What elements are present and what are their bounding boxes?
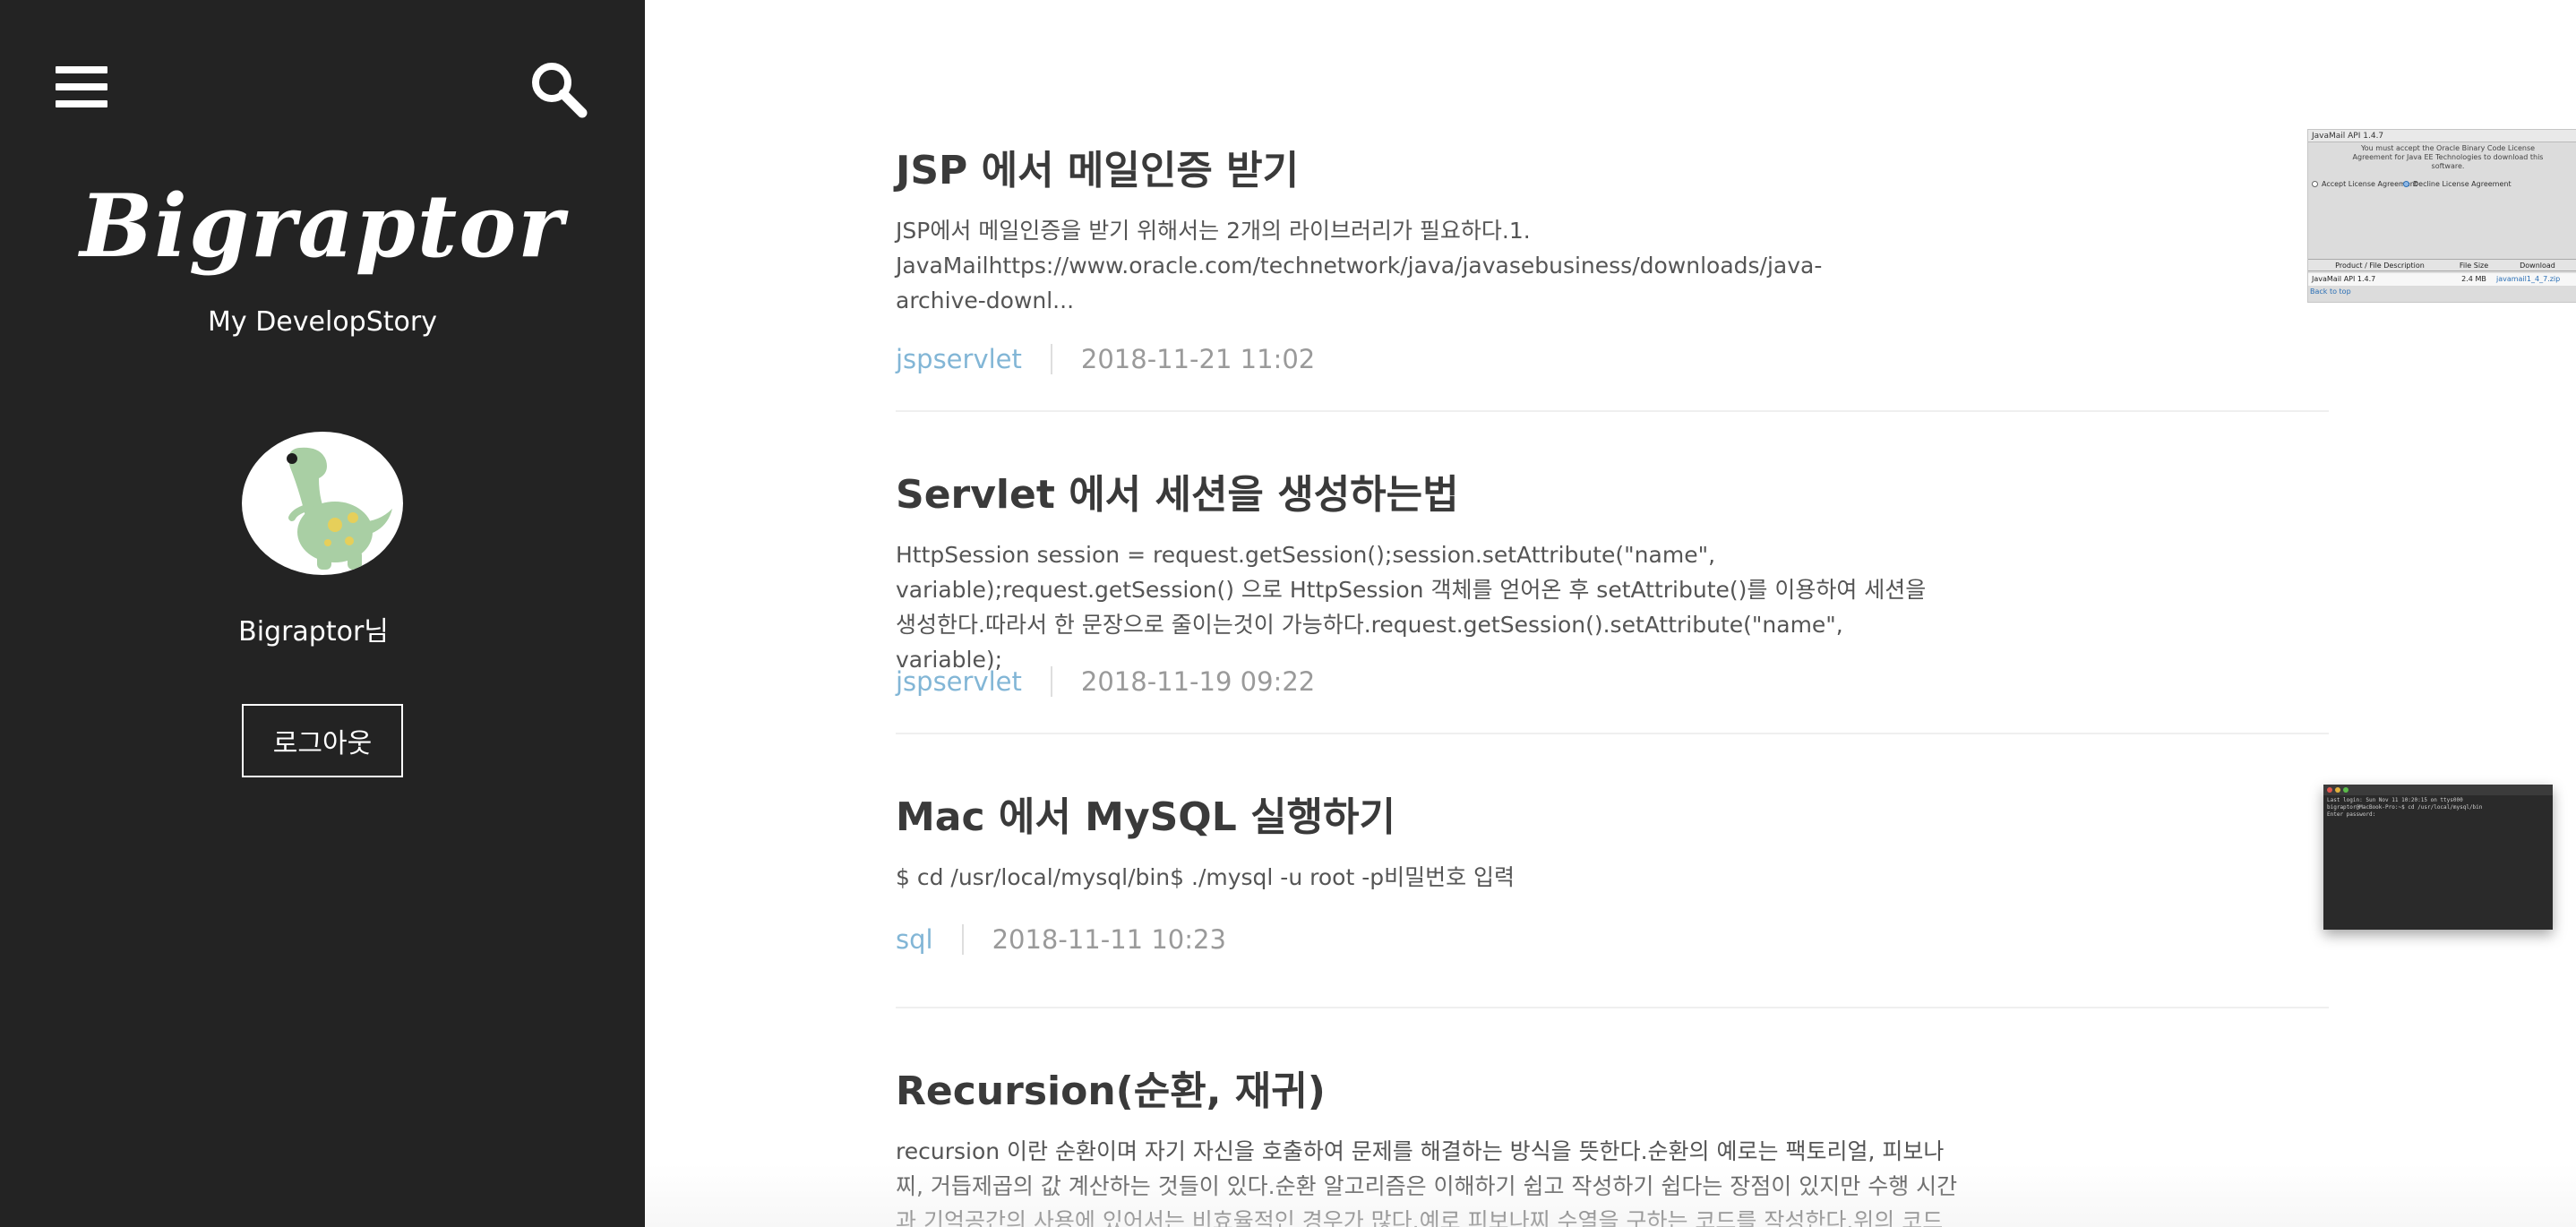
post-thumbnail[interactable]: Last login: Sun Nov 11 10:20:15 on ttys0… (2323, 785, 2553, 930)
thumbnail-row-download: javamail1_4_7.zip (2496, 275, 2561, 283)
post-title[interactable]: Mac 에서 MySQL 실행하기 (896, 785, 1395, 842)
terminal-titlebar (2323, 785, 2553, 795)
thumbnail-table-row: JavaMail API 1.4.7 2.4 MB javamail1_4_7.… (2308, 273, 2576, 286)
post-category-link[interactable]: jspservlet (896, 344, 1022, 374)
close-dot-icon (2327, 787, 2332, 793)
thumbnail-decline-option: Decline License Agreement (2403, 180, 2512, 188)
thumbnail-col-download: Download (2520, 262, 2555, 270)
sidebar: Bigraptor My DevelopStory Bigraptor님 로그아… (0, 0, 645, 1227)
blog-description: My DevelopStory (208, 306, 437, 338)
post-category-link[interactable]: sql (896, 924, 933, 955)
post-divider (896, 410, 2329, 412)
thumbnail-row-product: JavaMail API 1.4.7 (2312, 275, 2376, 283)
thumbnail-notice: You must accept the Oracle Binary Code L… (2352, 144, 2544, 170)
post-category-link[interactable]: jspservlet (896, 666, 1022, 697)
post-meta: jspservlet 2018-11-19 09:22 (896, 666, 1315, 697)
post-title[interactable]: Recursion(순환, 재귀) (896, 1059, 1326, 1116)
search-icon[interactable] (527, 57, 589, 120)
username: Bigraptor님 (238, 616, 389, 648)
maximize-dot-icon (2343, 787, 2348, 793)
thumbnail-table-header: Product / File Description File Size Dow… (2308, 259, 2576, 271)
thumbnail-accept-option: Accept License Agreement (2312, 180, 2417, 188)
meta-divider (1050, 344, 1052, 374)
post-meta: jspservlet 2018-11-21 11:02 (896, 344, 1315, 374)
post-date: 2018-11-21 11:02 (1080, 344, 1316, 374)
terminal-line: Enter password: (2327, 811, 2376, 818)
thumbnail-row-size: 2.4 MB (2461, 275, 2486, 283)
thumbnail-col-size: File Size (2459, 262, 2489, 270)
post-summary[interactable]: recursion 이란 순환이며 자기 자신을 호출하여 문제를 해결하는 방… (896, 1134, 1962, 1227)
logout-button[interactable]: 로그아웃 (242, 704, 403, 777)
minimize-dot-icon (2335, 787, 2340, 793)
post-divider (896, 1007, 2329, 1008)
thumbnail-col-product: Product / File Description (2335, 262, 2425, 270)
terminal-line: Last login: Sun Nov 11 10:20:15 on ttys0… (2327, 797, 2463, 803)
post-summary[interactable]: JSP에서 메일인증을 받기 위해서는 2개의 라이브러리가 필요하다.1. J… (896, 213, 1881, 318)
terminal-output: Last login: Sun Nov 11 10:20:15 on ttys0… (2327, 797, 2482, 819)
radio-icon (2312, 181, 2318, 187)
dinosaur-avatar-icon (287, 447, 392, 570)
meta-divider (961, 924, 964, 955)
terminal-line: bigraptor@MacBook-Pro:~$ cd /usr/local/m… (2327, 804, 2483, 811)
radio-selected-icon (2403, 181, 2409, 187)
post-meta: sql 2018-11-11 10:23 (896, 924, 1226, 955)
hamburger-menu-icon[interactable] (56, 63, 107, 111)
thumbnail-decline-label: Decline License Agreement (2413, 180, 2512, 188)
thumbnail-title: JavaMail API 1.4.7 (2308, 130, 2576, 142)
blog-title[interactable]: Bigraptor (0, 176, 645, 277)
post-date: 2018-11-11 10:23 (992, 924, 1226, 955)
post-list: JSP 에서 메일인증 받기 JSP에서 메일인증을 받기 위해서는 2개의 라… (645, 0, 2576, 1227)
post-summary[interactable]: $ cd /usr/local/mysql/bin$ ./mysql -u ro… (896, 860, 1971, 895)
thumbnail-back-link: Back to top (2310, 287, 2351, 296)
post-summary[interactable]: HttpSession session = request.getSession… (896, 537, 1935, 677)
post-date: 2018-11-19 09:22 (1080, 666, 1316, 697)
post-title[interactable]: Servlet 에서 세션을 생성하는법 (896, 462, 1459, 519)
post-title[interactable]: JSP 에서 메일인증 받기 (896, 138, 1299, 195)
post-thumbnail[interactable]: JavaMail API 1.4.7 You must accept the O… (2307, 129, 2576, 303)
avatar (242, 432, 403, 575)
post-divider (896, 733, 2329, 734)
meta-divider (1050, 666, 1052, 697)
